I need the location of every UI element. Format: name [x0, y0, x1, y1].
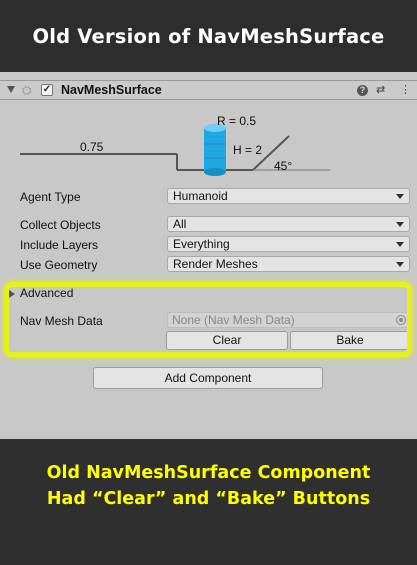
agent-type-value: Humanoid — [173, 189, 228, 203]
component-name: NavMeshSurface — [61, 83, 162, 97]
step-height-label: 0.75 — [80, 140, 104, 154]
use-geometry-label: Use Geometry — [20, 258, 98, 272]
use-geometry-value: Render Meshes — [173, 257, 258, 271]
agent-settings-diagram: 0.75 R = 0.5 H = 2 45° — [20, 114, 330, 176]
collect-objects-label: Collect Objects — [20, 218, 101, 232]
advanced-foldout-icon[interactable] — [9, 290, 15, 298]
caption-line-2: Had “Clear” and “Bake” Buttons — [46, 489, 371, 509]
component-header[interactable]: ⛭ ✓ NavMeshSurface ? ⇄ ⋮ — [0, 80, 417, 100]
bake-button[interactable]: Bake — [290, 331, 410, 350]
dropdown-arrow-icon — [396, 262, 404, 267]
nav-mesh-data-label: Nav Mesh Data — [20, 314, 103, 328]
dropdown-arrow-icon — [396, 194, 404, 199]
radius-label: R = 0.5 — [217, 114, 256, 128]
top-banner: Old Version of NavMeshSurface — [0, 0, 417, 72]
advanced-foldout-label[interactable]: Advanced — [20, 286, 73, 300]
nav-mesh-data-value: None (Nav Mesh Data) — [172, 313, 295, 327]
more-icon[interactable]: ⋮ — [400, 83, 411, 97]
slope-label: 45° — [274, 159, 292, 173]
nav-mesh-data-field[interactable]: None (Nav Mesh Data) — [167, 312, 410, 328]
bottom-banner: Old NavMeshSurface Component Had “Clear”… — [0, 439, 417, 565]
collect-objects-value: All — [173, 217, 187, 231]
navmesh-component-icon: ⛭ — [22, 83, 32, 97]
inspector-panel: ⛭ ✓ NavMeshSurface ? ⇄ ⋮ 0.75 R = 0.5 H … — [0, 72, 417, 439]
preset-icon[interactable]: ⇄ — [376, 83, 385, 97]
dropdown-arrow-icon — [396, 242, 404, 247]
agent-type-label: Agent Type — [20, 190, 81, 204]
agent-cylinder-body — [204, 128, 226, 172]
add-component-button[interactable]: Add Component — [93, 367, 323, 389]
object-picker-icon[interactable] — [396, 315, 406, 325]
clear-button[interactable]: Clear — [166, 331, 288, 350]
include-layers-value: Everything — [173, 237, 230, 251]
height-label: H = 2 — [233, 143, 262, 157]
help-icon[interactable]: ? — [357, 85, 368, 96]
foldout-arrow-icon[interactable] — [7, 86, 15, 93]
banner-title: Old Version of NavMeshSurface — [32, 24, 385, 48]
include-layers-label: Include Layers — [20, 238, 99, 252]
component-enabled-checkbox[interactable]: ✓ — [41, 84, 53, 96]
dropdown-arrow-icon — [396, 222, 404, 227]
collect-objects-dropdown[interactable]: All — [167, 216, 410, 232]
agent-type-dropdown[interactable]: Humanoid — [167, 188, 410, 204]
use-geometry-dropdown[interactable]: Render Meshes — [167, 256, 410, 272]
include-layers-dropdown[interactable]: Everything — [167, 236, 410, 252]
caption-line-1: Old NavMeshSurface Component — [46, 463, 371, 483]
